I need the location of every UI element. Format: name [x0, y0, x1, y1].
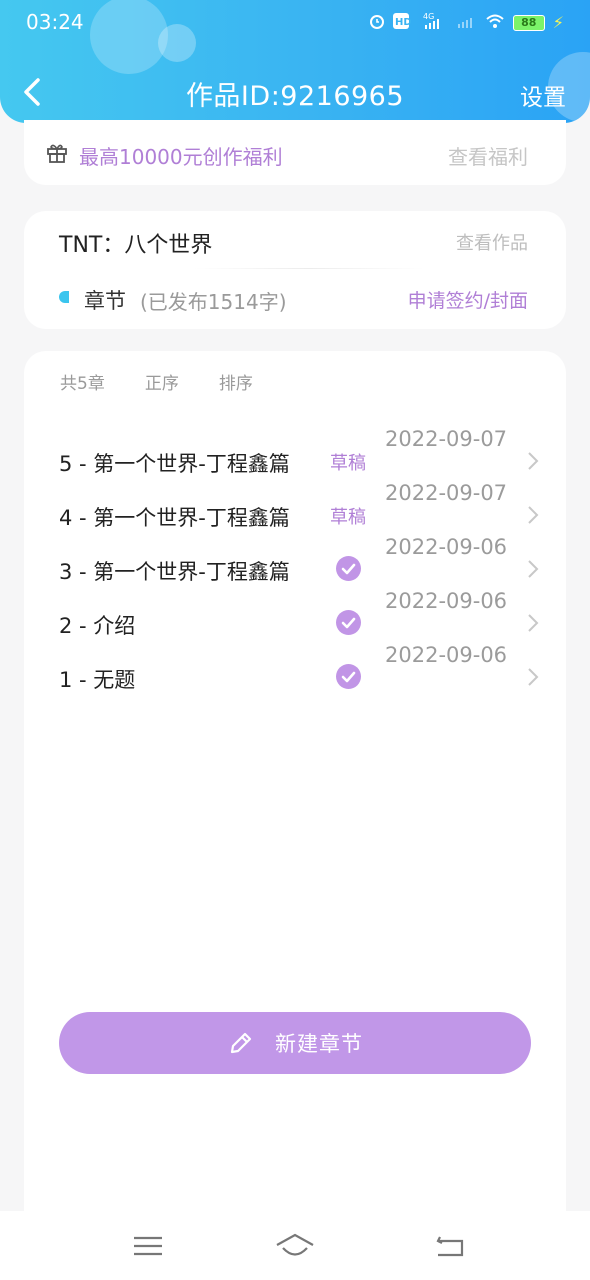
draft-badge: 草稿	[330, 507, 366, 528]
chapter-title: 2 - 介绍	[59, 614, 136, 638]
order-toggle[interactable]: 正序	[145, 369, 179, 394]
back-nav-icon[interactable]	[430, 1231, 470, 1261]
chevron-right-icon	[528, 452, 539, 470]
menu-icon[interactable]	[128, 1231, 168, 1261]
signal-weak-icon	[457, 14, 477, 31]
published-count: (已发布1514字)	[140, 290, 287, 314]
gift-icon	[46, 142, 68, 164]
status-time: 03:24	[26, 10, 84, 34]
header-bar: 03:24 HD 4G 88 ⚡ 作品ID:9216965 设置	[0, 0, 590, 123]
settings-button[interactable]: 设置	[520, 78, 566, 112]
chapter-date: 2022-09-06	[385, 589, 508, 613]
status-icons: HD 4G 88 ⚡	[369, 12, 564, 33]
chapter-total: 共5章	[60, 374, 105, 394]
chevron-right-icon	[528, 668, 539, 686]
chapter-date: 2022-09-07	[385, 427, 508, 451]
pencil-icon	[230, 1032, 252, 1054]
sort-button[interactable]: 排序	[219, 369, 253, 394]
signal-icon: 4G	[423, 12, 449, 33]
work-title: TNT：八个世界	[59, 233, 213, 258]
svg-text:HD: HD	[395, 17, 412, 28]
chevron-right-icon	[528, 506, 539, 524]
list-header: 共5章 正序 排序	[60, 369, 253, 394]
view-work-link[interactable]: 查看作品	[456, 229, 528, 255]
divider	[194, 268, 424, 269]
decorative-bubble	[158, 24, 196, 62]
home-icon[interactable]	[275, 1231, 315, 1261]
work-card: TNT：八个世界 查看作品 章节 (已发布1514字) 申请签约/封面	[24, 211, 566, 329]
promo-text: 最高10000元创作福利	[79, 145, 283, 169]
chevron-right-icon	[528, 560, 539, 578]
decorative-bubble	[90, 0, 168, 74]
view-benefits-link[interactable]: 查看福利	[448, 141, 528, 170]
chevron-right-icon	[528, 614, 539, 632]
chapter-title: 1 - 无题	[59, 668, 136, 692]
chapter-title: 3 - 第一个世界-丁程鑫篇	[59, 560, 290, 584]
chapter-marker-icon	[59, 291, 69, 303]
chapter-title: 4 - 第一个世界-丁程鑫篇	[59, 506, 290, 530]
promo-card[interactable]: 最高10000元创作福利 查看福利	[24, 120, 566, 185]
chapters-label: 章节	[84, 289, 126, 313]
battery-icon: 88	[512, 14, 545, 31]
draft-badge: 草稿	[330, 453, 366, 474]
wifi-icon	[485, 13, 505, 32]
new-chapter-button[interactable]: 新建章节	[59, 1012, 531, 1074]
new-chapter-label: 新建章节	[275, 1032, 363, 1056]
page: 03:24 HD 4G 88 ⚡ 作品ID:9216965 设置 最高10000…	[0, 0, 590, 1280]
system-nav-bar	[0, 1211, 590, 1280]
alarm-icon	[369, 13, 385, 32]
apply-sign-cover-link[interactable]: 申请签约/封面	[408, 286, 528, 313]
chapter-row[interactable]: 1 - 无题 2022-09-06	[24, 643, 566, 704]
published-check-icon	[336, 610, 361, 635]
chapter-date: 2022-09-06	[385, 535, 508, 559]
hd-icon: HD	[392, 13, 415, 32]
published-check-icon	[336, 664, 361, 689]
svg-text:4G: 4G	[423, 12, 434, 21]
charging-icon: ⚡	[552, 13, 564, 32]
chapter-title: 5 - 第一个世界-丁程鑫篇	[59, 452, 290, 476]
published-check-icon	[336, 556, 361, 581]
chapter-date: 2022-09-06	[385, 643, 508, 667]
chapter-list-card: 共5章 正序 排序 5 - 第一个世界-丁程鑫篇 草稿 2022-09-07 4…	[24, 351, 566, 1251]
page-title: 作品ID:9216965	[185, 81, 405, 112]
chapter-date: 2022-09-07	[385, 481, 508, 505]
